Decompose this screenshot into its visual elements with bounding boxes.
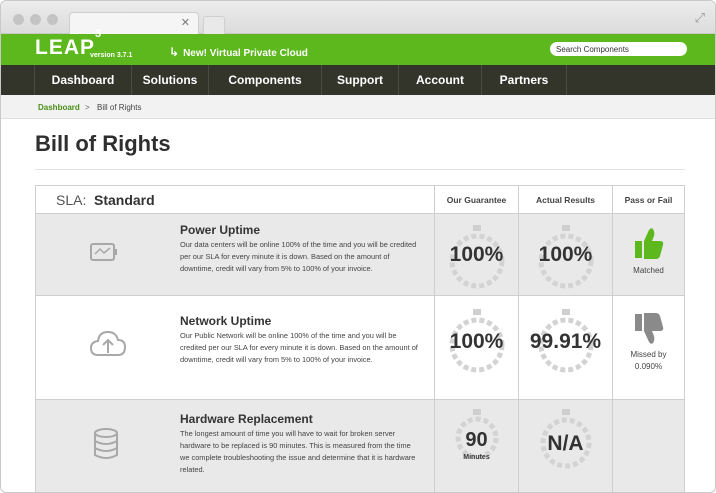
page-title: Bill of Rights [35, 131, 171, 156]
turn-arrow-icon: ↳ [169, 45, 180, 59]
version-label: version 3.7.1 [90, 52, 133, 59]
browser-chrome: ✕ ⤢ [1, 1, 715, 34]
minimize-window-button[interactable] [30, 14, 41, 25]
status-detail: 0.090% [634, 362, 663, 371]
row-title: Hardware Replacement [180, 412, 313, 426]
sla-value: Standard [94, 192, 155, 208]
nav-dashboard[interactable]: Dashboard [35, 65, 132, 95]
pass-fail-cell: Missed by 0.090% [612, 296, 684, 399]
thumbs-up-icon [634, 228, 663, 259]
nav-components[interactable]: Components [209, 65, 322, 95]
battery-icon [89, 238, 119, 271]
browser-window: ✕ ⤢ LEAP3 version 3.7.1 ↳ New! Virtual Pr… [0, 0, 716, 493]
guarantee-cell: 100% [434, 214, 518, 295]
logo-superscript: 3 [95, 28, 102, 40]
actual-cell: 100% [518, 214, 612, 295]
row-title: Network Uptime [180, 314, 272, 328]
cloud-upload-icon [89, 329, 127, 364]
status-text: Matched [633, 266, 664, 275]
nav-support[interactable]: Support [322, 65, 399, 95]
promo-text: New! Virtual Private Cloud [183, 48, 308, 59]
actual-value: 100% [538, 243, 593, 266]
site-header: LEAP3 version 3.7.1 ↳ New! Virtual Privat… [1, 28, 715, 65]
close-window-button[interactable] [13, 14, 24, 25]
guarantee-unit: Minutes [463, 454, 490, 461]
status-text: Missed by [630, 350, 667, 359]
nav-solutions[interactable]: Solutions [132, 65, 209, 95]
guarantee-value: 100% [449, 330, 504, 353]
browser-tab[interactable]: ✕ [69, 12, 199, 34]
row-title: Power Uptime [180, 223, 261, 237]
pass-fail-cell [612, 400, 684, 492]
breadcrumb-current: Bill of Rights [97, 103, 142, 112]
column-header-pass-fail: Pass or Fail [612, 186, 684, 214]
main-nav: Dashboard Solutions Components Support A… [1, 65, 715, 95]
sla-table: SLA: Standard Our Guarantee Actual Resul… [35, 185, 685, 492]
pass-fail-cell: Matched [612, 214, 684, 295]
new-tab-button[interactable] [203, 16, 225, 34]
logo-text: LEAP [35, 36, 96, 59]
fullscreen-icon[interactable]: ⤢ [695, 10, 705, 26]
search-input[interactable] [550, 42, 687, 56]
guarantee-cell: 100% [434, 296, 518, 399]
sla-label: SLA: [56, 192, 87, 208]
table-row: Hardware Replacement The longest amount … [36, 400, 684, 492]
table-row: Power Uptime Our data centers will be on… [36, 214, 684, 296]
close-tab-icon[interactable]: ✕ [181, 16, 190, 29]
column-header-guarantee: Our Guarantee [434, 186, 518, 214]
breadcrumb-dashboard-link[interactable]: Dashboard [38, 103, 80, 112]
guarantee-value: 90 [465, 429, 488, 451]
nav-partners[interactable]: Partners [482, 65, 567, 95]
promo-link[interactable]: ↳ New! Virtual Private Cloud [169, 45, 308, 59]
actual-value: 99.91% [529, 330, 602, 353]
actual-cell: N/A [518, 400, 612, 492]
nav-account[interactable]: Account [399, 65, 482, 95]
breadcrumb-separator: > [85, 103, 90, 112]
actual-cell: 99.91% [518, 296, 612, 399]
column-header-actual: Actual Results [518, 186, 612, 214]
guarantee-cell: 90 Minutes [434, 400, 518, 492]
database-icon [93, 428, 119, 465]
table-header: SLA: Standard Our Guarantee Actual Resul… [36, 186, 684, 214]
guarantee-value: 100% [449, 243, 504, 266]
actual-value: N/A [547, 432, 584, 455]
row-description: Our Public Network will be online 100% o… [180, 331, 418, 364]
row-description: Our data centers will be online 100% of … [180, 240, 417, 273]
row-description: The longest amount of time you will have… [180, 429, 416, 474]
maximize-window-button[interactable] [47, 14, 58, 25]
breadcrumb: Dashboard > Bill of Rights [1, 95, 715, 119]
table-row: Network Uptime Our Public Network will b… [36, 296, 684, 400]
divider [35, 169, 685, 170]
thumbs-down-icon [634, 313, 663, 344]
